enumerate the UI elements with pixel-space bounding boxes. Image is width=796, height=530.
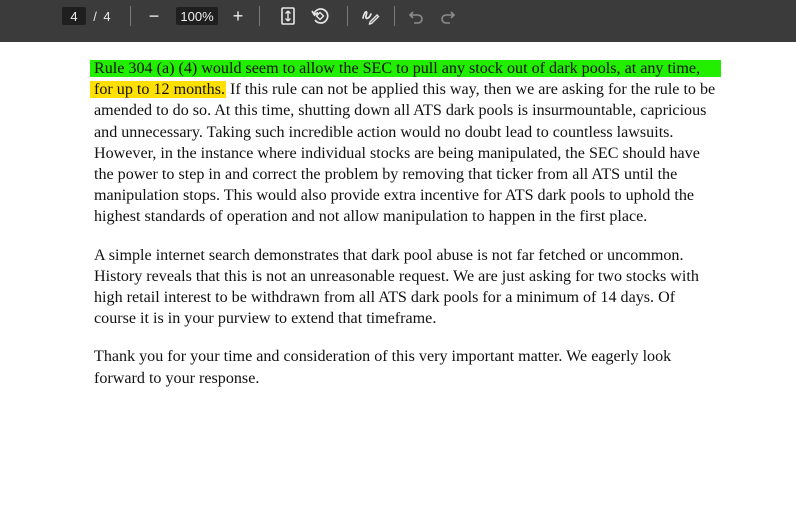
text-line: and unnecessary. Taking such incredible … <box>94 124 673 141</box>
rotate-button[interactable] <box>308 0 332 32</box>
toolbar-divider <box>259 6 260 26</box>
text-line: Thank you for your time and consideratio… <box>94 348 671 365</box>
body-text: high retail interest to be withdrawn fro… <box>94 289 676 307</box>
text-line: for up to 12 months. If this rule can no… <box>90 81 716 99</box>
redo-icon <box>441 11 456 24</box>
text-line: A simple internet search demonstrates th… <box>94 247 684 264</box>
zoom-level-input[interactable] <box>176 7 218 25</box>
undo-button[interactable] <box>404 0 428 32</box>
text-line: History reveals that this is not an unre… <box>94 268 699 285</box>
body-text: Thank you for your time and consideratio… <box>94 348 672 366</box>
zoom-out-button[interactable]: − <box>144 0 164 32</box>
body-text: forward to your response. <box>94 369 260 387</box>
toolbar-divider <box>394 6 395 26</box>
redo-button[interactable] <box>436 0 460 32</box>
document-page: Rule 304 (a) (4) would seem to allow the… <box>90 58 724 389</box>
highlight-green: Rule 304 (a) (4) would seem to allow the… <box>90 60 722 77</box>
body-text: and unnecessary. Taking such incredible … <box>94 123 674 141</box>
body-text: However, in the instance where individua… <box>94 144 700 162</box>
text-line: course it is in your purview to extend t… <box>94 310 436 327</box>
annotate-icon <box>362 10 380 25</box>
document-paragraph: Thank you for your time and consideratio… <box>94 346 724 388</box>
toolbar-divider <box>130 6 131 26</box>
page-number-input[interactable] <box>62 7 86 25</box>
text-line: forward to your response. <box>94 370 259 387</box>
pdf-toolbar: / 4 − + <box>0 0 796 42</box>
highlight-yellow: for up to 12 months. <box>90 81 226 99</box>
document-paragraph: Rule 304 (a) (4) would seem to allow the… <box>90 58 724 228</box>
body-text: If this rule can not be applied this way… <box>225 81 716 99</box>
page-total: 4 <box>103 8 111 24</box>
text-line: highest standards of operation and not a… <box>94 208 647 225</box>
document-paragraph: A simple internet search demonstrates th… <box>94 245 724 330</box>
fit-page-button[interactable] <box>276 0 300 32</box>
text-line: amended to do so. At this time, shutting… <box>94 102 706 119</box>
text-line: However, in the instance where individua… <box>94 145 700 162</box>
undo-icon <box>408 11 423 24</box>
text-line: Rule 304 (a) (4) would seem to allow the… <box>90 60 722 77</box>
page-separator: / <box>93 8 97 24</box>
body-text: highest standards of operation and not a… <box>94 208 648 226</box>
fit-page-icon <box>281 7 295 25</box>
body-text: course it is in your purview to extend t… <box>94 310 437 328</box>
body-text: the power to step in and correct the pro… <box>94 166 678 184</box>
text-line: the power to step in and correct the pro… <box>94 166 677 183</box>
zoom-in-button[interactable]: + <box>228 0 248 32</box>
annotate-button[interactable] <box>358 0 382 32</box>
text-line: high retail interest to be withdrawn fro… <box>94 289 675 306</box>
body-text: manipulation stops. This would also prov… <box>94 187 695 205</box>
text-line: manipulation stops. This would also prov… <box>94 187 694 204</box>
toolbar-divider <box>347 6 348 26</box>
body-text: A simple internet search demonstrates th… <box>94 246 684 264</box>
rotate-icon <box>311 8 329 24</box>
body-text: amended to do so. At this time, shutting… <box>94 102 707 120</box>
body-text: History reveals that this is not an unre… <box>94 267 699 285</box>
